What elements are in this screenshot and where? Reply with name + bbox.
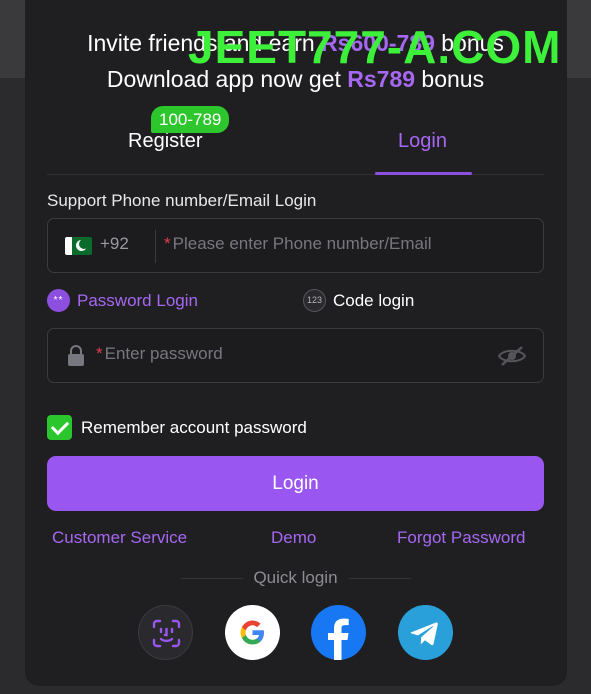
password-login-label: Password Login <box>77 290 198 310</box>
password-placeholder[interactable]: * Enter password <box>96 344 223 364</box>
quick-login-label: Quick login <box>253 568 338 587</box>
face-id-icon <box>152 619 181 648</box>
tab-login[interactable]: Login <box>398 130 447 153</box>
phone-email-placeholder[interactable]: * Please enter Phone number/Email <box>164 234 432 254</box>
lock-icon <box>68 345 84 366</box>
password-field[interactable]: * Enter password <box>47 328 544 383</box>
tab-login-active-indicator <box>375 172 472 175</box>
watermark-text: JEET777-A.COM <box>188 21 562 73</box>
google-login-button[interactable] <box>225 605 280 660</box>
facebook-icon <box>328 618 349 660</box>
quick-login-divider-right <box>349 578 411 579</box>
demo-link[interactable]: Demo <box>271 528 316 548</box>
forgot-password-link[interactable]: Forgot Password <box>397 528 526 548</box>
code-login-option[interactable]: 123 Code login <box>303 289 414 312</box>
password-login-option[interactable]: ** Password Login <box>47 289 198 312</box>
pakistan-flag-icon[interactable] <box>65 237 92 255</box>
password-placeholder-text: Enter password <box>104 344 223 363</box>
phone-email-placeholder-text: Please enter Phone number/Email <box>172 234 432 253</box>
customer-service-link[interactable]: Customer Service <box>52 528 187 548</box>
country-code[interactable]: +92 <box>100 234 129 254</box>
eye-hidden-icon[interactable] <box>497 345 527 367</box>
face-id-button[interactable] <box>138 605 193 660</box>
remember-password-checkbox[interactable] <box>47 415 72 440</box>
required-asterisk: * <box>96 344 103 363</box>
telegram-login-button[interactable] <box>398 605 453 660</box>
facebook-login-button[interactable] <box>311 605 366 660</box>
tab-register[interactable]: Register <box>128 130 202 153</box>
login-button[interactable]: Login <box>47 456 544 511</box>
remember-password-option[interactable]: Remember account password <box>47 415 307 440</box>
required-asterisk: * <box>164 234 171 253</box>
password-dots-icon: ** <box>47 289 70 312</box>
code-123-icon: 123 <box>303 289 326 312</box>
code-login-label: Code login <box>333 290 415 310</box>
telegram-icon <box>410 622 438 646</box>
register-bonus-badge: 100-789 <box>151 106 230 133</box>
phone-email-field[interactable]: +92 * Please enter Phone number/Email <box>47 218 544 273</box>
remember-password-label: Remember account password <box>81 417 307 437</box>
field-separator <box>155 230 156 263</box>
google-icon <box>240 620 264 645</box>
login-method-label: Support Phone number/Email Login <box>47 191 317 210</box>
